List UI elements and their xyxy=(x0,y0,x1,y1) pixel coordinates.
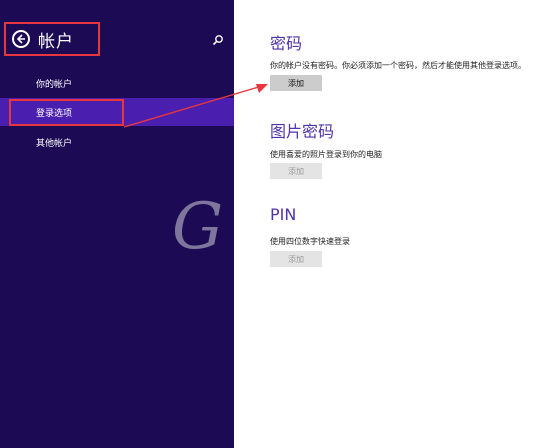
picture-password-description: 使用喜爱的照片登录到你的电脑 xyxy=(270,150,382,159)
pin-description: 使用四位数字快速登录 xyxy=(270,237,350,246)
password-section-title: 密码 xyxy=(270,34,303,53)
header-back-area[interactable]: 帐户 xyxy=(4,22,100,56)
add-password-button[interactable]: 添加 xyxy=(270,75,322,91)
sidebar-item-label: 登录选项 xyxy=(36,108,73,119)
back-arrow-icon[interactable] xyxy=(12,30,30,48)
watermark-logo: G xyxy=(172,190,224,264)
sidebar-item-sign-in-options[interactable]: 登录选项 xyxy=(0,98,234,126)
sidebar-item-label: 其他帐户 xyxy=(36,138,73,149)
sidebar-item-your-account[interactable]: 你的帐户 xyxy=(0,69,234,97)
password-description: 你的帐户没有密码。你必须添加一个密码，然后才能使用其他登录选项。 xyxy=(270,61,526,70)
add-pin-button[interactable]: 添加 xyxy=(270,251,322,267)
add-picture-password-button[interactable]: 添加 xyxy=(270,163,322,179)
search-icon[interactable] xyxy=(212,34,224,46)
picture-password-section-title: 图片密码 xyxy=(270,122,335,141)
page-title: 帐户 xyxy=(38,31,74,52)
sidebar-item-label: 你的帐户 xyxy=(36,79,73,90)
pin-section-title: PIN xyxy=(270,205,297,224)
main-content: 密码 你的帐户没有密码。你必须添加一个密码，然后才能使用其他登录选项。 添加 图… xyxy=(234,0,541,448)
sidebar-item-other-accounts[interactable]: 其他帐户 xyxy=(0,128,234,156)
